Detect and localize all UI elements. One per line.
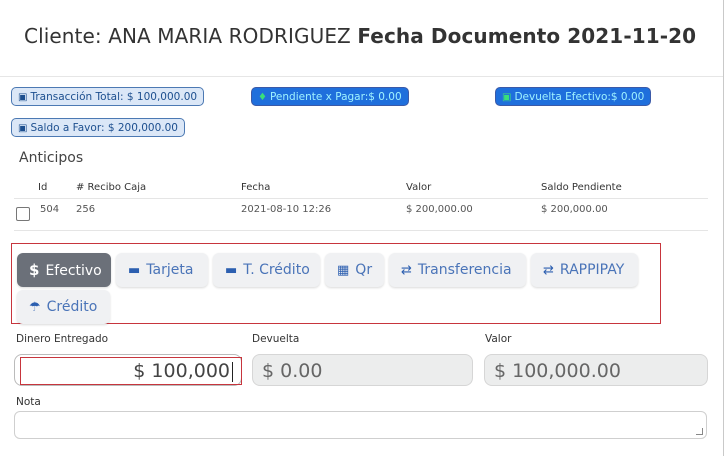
valor-label: Valor <box>485 333 512 345</box>
tab-transferencia[interactable]: ⇄ Transferencia <box>389 253 526 287</box>
row-recibo: 256 <box>76 204 96 215</box>
column-fecha: Fecha <box>241 182 271 193</box>
select-checkbox[interactable] <box>16 207 30 221</box>
dollar-icon: $ <box>29 261 40 279</box>
tab-credito[interactable]: ☂ Crédito <box>17 290 110 324</box>
dinero-entregado-input[interactable]: $ 100,000 <box>14 354 242 386</box>
devuelta-field: $ 0.00 <box>252 354 473 386</box>
money-icon: ▣ <box>18 123 28 134</box>
credit-card-icon: ▬ <box>225 263 238 278</box>
devuelta-value: $ 0.00 <box>262 360 323 382</box>
cash-change-badge: ▣ Devuelta Efectivo:$ 0.00 <box>495 87 652 106</box>
row-saldo: $ 200,000.00 <box>541 204 608 215</box>
table-row: 504 256 2021-08-10 12:26 $ 200,000.00 $ … <box>14 198 708 231</box>
card-icon: ▬ <box>128 263 141 278</box>
tab-qr[interactable]: ▦ Qr <box>325 253 384 287</box>
valor-field: $ 100,000.00 <box>484 354 708 386</box>
tab-t-credito[interactable]: ▬ T. Crédito <box>213 253 320 287</box>
transfer-icon: ⇄ <box>401 263 412 278</box>
tab-rappipay[interactable]: ⇄ RAPPIPAY <box>531 253 638 287</box>
nota-textarea[interactable] <box>14 411 707 439</box>
column-valor: Valor <box>406 182 432 193</box>
page-title: Cliente: ANA MARIA RODRIGUEZ Fecha Docum… <box>24 24 696 48</box>
anticipos-table-header: Id # Recibo Caja Fecha Valor Saldo Pendi… <box>14 176 708 199</box>
resize-handle-icon[interactable] <box>696 428 703 435</box>
dinero-entregado-label: Dinero Entregado <box>16 333 109 345</box>
total-transaction-badge: ▣ Transacción Total: $ 100,000.00 <box>11 87 205 106</box>
column-recibo: # Recibo Caja <box>76 182 147 193</box>
dinero-entregado-value: $ 100,000 <box>133 360 230 382</box>
text-caret <box>232 361 233 382</box>
pending-payment-badge: ♦ Pendiente x Pagar:$ 0.00 <box>251 87 409 106</box>
row-id: 504 <box>40 204 60 215</box>
row-fecha: 2021-08-10 12:26 <box>241 204 332 215</box>
client-name: Cliente: ANA MARIA RODRIGUEZ <box>24 24 351 48</box>
balance-in-favor-badge: ▣ Saldo a Favor: $ 200,000.00 <box>11 118 185 137</box>
column-id: Id <box>38 182 48 193</box>
nota-label: Nota <box>16 396 41 408</box>
document-date: Fecha Documento 2021-11-20 <box>357 24 697 48</box>
tab-efectivo[interactable]: $ Efectivo <box>17 253 111 287</box>
money-icon: ▣ <box>18 92 28 103</box>
payment-modal: Cliente: ANA MARIA RODRIGUEZ Fecha Docum… <box>0 0 724 456</box>
diamond-icon: ♦ <box>258 92 267 103</box>
piggy-bank-icon: ☂ <box>29 300 41 315</box>
valor-value: $ 100,000.00 <box>494 360 621 382</box>
devuelta-label: Devuelta <box>252 333 300 345</box>
anticipos-title: Anticipos <box>19 150 84 166</box>
money-icon: ▣ <box>502 92 512 103</box>
transfer-icon: ⇄ <box>543 263 554 278</box>
qr-icon: ▦ <box>337 263 350 278</box>
row-valor: $ 200,000.00 <box>406 204 473 215</box>
modal-header: Cliente: ANA MARIA RODRIGUEZ Fecha Docum… <box>0 0 723 77</box>
column-saldo: Saldo Pendiente <box>541 182 622 193</box>
tab-tarjeta[interactable]: ▬ Tarjeta <box>116 253 208 287</box>
